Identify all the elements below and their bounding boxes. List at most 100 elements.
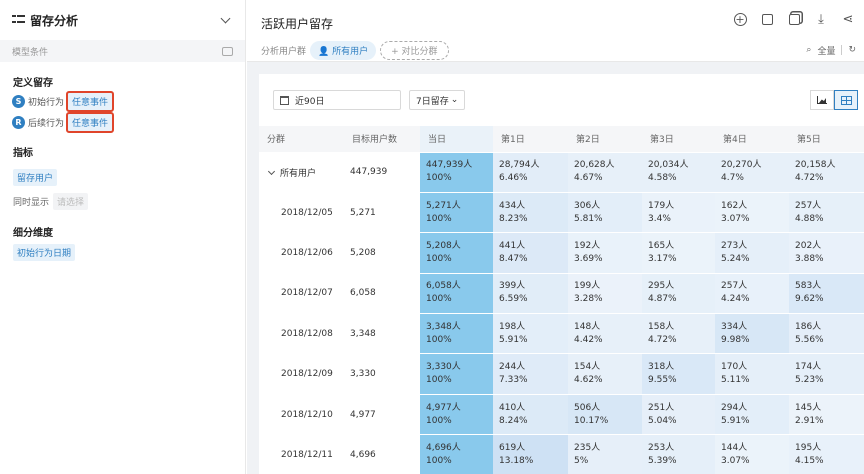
retention-cell[interactable]: 20,034人 4.58% — [642, 151, 715, 193]
table-row[interactable]: 2018/12/11 4,696 4,696人 100% 619人 13.18% 235人 5… — [259, 434, 864, 474]
dimension-tag[interactable]: 初始行为日期 — [13, 244, 76, 261]
date-range-value: 近90日 — [295, 96, 325, 107]
subsequent-event-button[interactable]: 任意事件 — [66, 111, 115, 133]
retention-cell[interactable]: 244人 7.33% — [493, 353, 568, 395]
retention-cell[interactable]: 5,271人 100% — [420, 191, 493, 233]
retention-cell[interactable]: 294人 5.91% — [715, 393, 789, 435]
retention-cell[interactable]: 410人 8.24% — [493, 393, 568, 435]
retained-count: 257人 — [721, 281, 748, 292]
sidebar-header[interactable]: 留存分析 — [0, 0, 245, 40]
retention-cell[interactable]: 198人 5.91% — [493, 313, 568, 354]
metric-tag[interactable]: 留存用户 — [13, 169, 58, 186]
retention-cell[interactable]: 20,628人 4.67% — [568, 151, 642, 193]
retention-cell[interactable]: 20,270人 4.7% — [715, 151, 789, 193]
retention-cell[interactable]: 295人 4.87% — [642, 272, 715, 314]
retention-cell[interactable]: 162人 3.07% — [715, 191, 789, 233]
retention-cell[interactable]: 251人 5.04% — [642, 393, 715, 435]
retention-cell[interactable]: 20,158人 4.72% — [789, 151, 864, 193]
retention-cell[interactable]: 318人 9.55% — [642, 353, 715, 395]
define-retention-title: 定义留存 — [13, 78, 53, 89]
save-as-icon[interactable] — [786, 11, 802, 27]
retention-cell[interactable]: 202人 3.88% — [789, 232, 864, 274]
retention-cell[interactable]: 179人 3.4% — [642, 191, 715, 233]
retention-cell[interactable]: 3,348人 100% — [420, 313, 493, 354]
retention-cell[interactable]: 235人 5% — [568, 434, 642, 474]
chevron-down-icon[interactable] — [219, 13, 233, 27]
retention-app-icon — [12, 15, 25, 25]
retention-cell[interactable]: 148人 4.42% — [568, 313, 642, 354]
table-header-row: 分群 目标用户数 当日 第1日 第2日 第3日 第4日 第5日 — [259, 126, 864, 152]
retention-cell[interactable]: 174人 5.23% — [789, 353, 864, 395]
retention-cell[interactable]: 192人 3.69% — [568, 232, 642, 274]
show-also-select[interactable]: 请选择 — [53, 193, 89, 210]
retention-cell[interactable]: 253人 5.39% — [642, 434, 715, 474]
retention-cell[interactable]: 28,794人 6.46% — [493, 151, 568, 193]
group-all-users-pill[interactable]: 👤 所有用户 — [310, 40, 377, 60]
retention-cell[interactable]: 145人 2.91% — [789, 393, 864, 435]
table-row[interactable]: 2018/12/10 4,977 4,977人 100% 410人 8.24% 506人 10… — [259, 393, 864, 435]
retention-cell[interactable]: 165人 3.17% — [642, 232, 715, 274]
initial-event-button[interactable]: 任意事件 — [66, 90, 115, 112]
table-row[interactable]: 2018/12/05 5,271 5,271人 100% 434人 8.23% 306人 5.… — [259, 191, 864, 233]
row2-right-tools: ⌕ 全量 ↻ — [806, 44, 856, 57]
table-row[interactable]: 所有用户 447,939 447,939人 100% 28,794人 6.46% 20,62… — [259, 151, 864, 193]
metric-row: 留存用户 — [0, 169, 245, 186]
table-row[interactable]: 2018/12/09 3,330 3,330人 100% 244人 7.33% 154人 4.… — [259, 353, 864, 395]
retention-cell[interactable]: 5,208人 100% — [420, 232, 493, 274]
retained-count: 3,330人 — [426, 362, 461, 373]
save-icon[interactable] — [759, 11, 775, 27]
download-icon[interactable]: ⤓ — [813, 11, 829, 27]
retention-cell[interactable]: 273人 5.24% — [715, 232, 789, 274]
table-view-button[interactable] — [834, 90, 858, 110]
retention-cell[interactable]: 170人 5.11% — [715, 353, 789, 395]
table-row[interactable]: 2018/12/08 3,348 3,348人 100% 198人 5.91% 148人 4.… — [259, 313, 864, 354]
retention-cell[interactable]: 619人 13.18% — [493, 434, 568, 474]
retention-cell[interactable]: 154人 4.62% — [568, 353, 642, 395]
refresh-icon[interactable]: ↻ — [848, 45, 856, 55]
retention-cell[interactable]: 441人 8.47% — [493, 232, 568, 274]
date-range-picker[interactable]: 近90日 — [273, 90, 401, 110]
retention-cell[interactable]: 6,058人 100% — [420, 272, 493, 314]
share-icon[interactable]: ⋖ — [840, 11, 856, 27]
add-icon[interactable]: + — [732, 11, 748, 27]
retention-cell[interactable]: 4,977人 100% — [420, 393, 493, 435]
retained-count: 28,794人 — [499, 160, 540, 171]
show-also-row: 同时显示 请选择 — [0, 193, 245, 210]
full-data-label[interactable]: 全量 — [817, 44, 835, 57]
retention-cell[interactable]: 144人 3.07% — [715, 434, 789, 474]
chart-view-button[interactable] — [810, 90, 834, 110]
table-row[interactable]: 2018/12/07 6,058 6,058人 100% 399人 6.59% 199人 3.… — [259, 272, 864, 314]
retention-cell[interactable]: 186人 5.56% — [789, 313, 864, 354]
retention-cell[interactable]: 195人 4.15% — [789, 434, 864, 474]
retention-rate: 3.88% — [795, 253, 824, 264]
retained-count: 306人 — [574, 200, 601, 211]
model-condition-label: 模型条件 — [12, 47, 49, 58]
group-name: 2018/12/05 — [281, 207, 333, 218]
retention-rate: 5.39% — [648, 456, 677, 467]
retention-type-select[interactable]: 7日留存 ⌄ — [409, 90, 466, 110]
model-condition-bar[interactable]: 模型条件 — [0, 40, 245, 62]
retention-cell[interactable]: 257人 4.24% — [715, 272, 789, 314]
retention-cell[interactable]: 3,330人 100% — [420, 353, 493, 395]
group-cell: 2018/12/08 — [259, 313, 344, 354]
retention-cell[interactable]: 306人 5.81% — [568, 191, 642, 233]
table-icon — [840, 95, 852, 105]
retention-cell[interactable]: 447,939人 100% — [420, 151, 493, 193]
expand-chevron-icon[interactable] — [267, 167, 276, 175]
retention-cell[interactable]: 158人 4.72% — [642, 313, 715, 354]
edit-icon[interactable] — [222, 46, 233, 56]
retention-cell[interactable]: 4,696人 100% — [420, 434, 493, 474]
retention-cell[interactable]: 434人 8.23% — [493, 191, 568, 233]
group-name: 2018/12/08 — [281, 328, 333, 339]
retention-cell[interactable]: 583人 9.62% — [789, 272, 864, 314]
retention-cell[interactable]: 257人 4.88% — [789, 191, 864, 233]
search-icon[interactable]: ⌕ — [806, 45, 811, 55]
retention-cell[interactable]: 334人 9.98% — [715, 313, 789, 354]
retention-cell[interactable]: 506人 10.17% — [568, 393, 642, 435]
compare-group-button[interactable]: + 对比分群 — [380, 40, 449, 60]
retention-cell[interactable]: 399人 6.59% — [493, 272, 568, 314]
table-row[interactable]: 2018/12/06 5,208 5,208人 100% 441人 8.47% 192人 3.… — [259, 232, 864, 274]
group-cell[interactable]: 所有用户 — [259, 151, 344, 193]
retained-count: 295人 — [648, 281, 675, 292]
retention-cell[interactable]: 199人 3.28% — [568, 272, 642, 314]
